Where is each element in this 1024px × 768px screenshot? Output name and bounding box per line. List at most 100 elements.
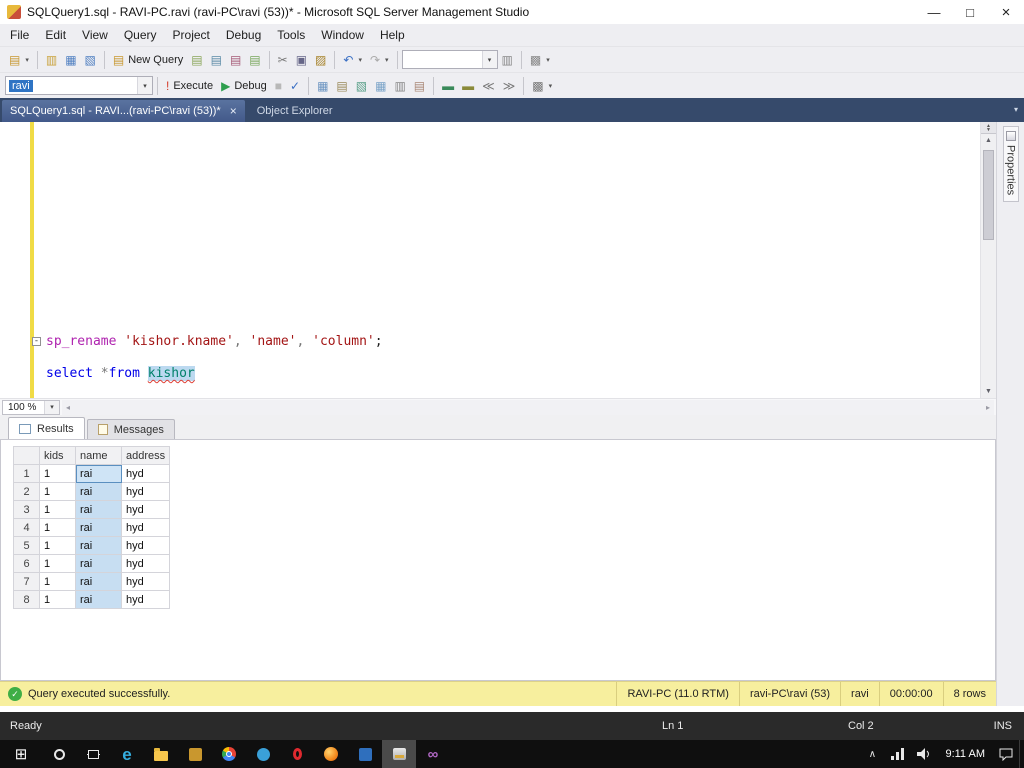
find-combo-dropdown-icon[interactable]: ▾ <box>481 51 497 68</box>
menu-debug[interactable]: Debug <box>218 26 269 44</box>
new-query-dropdown-button[interactable]: ▤ ▾ <box>5 52 33 68</box>
debug-button[interactable]: ▶ Debug <box>217 78 271 94</box>
code-line[interactable] <box>46 350 980 366</box>
tab-close-icon[interactable]: × <box>230 104 237 118</box>
scroll-right-icon[interactable]: ▸ <box>986 403 990 412</box>
save-button[interactable]: ▦ <box>61 52 80 68</box>
row-header-1[interactable]: 1 <box>13 464 40 483</box>
activity-monitor-button-dropdown-icon[interactable]: ▾ <box>546 56 550 64</box>
cell-kids[interactable]: 1 <box>39 590 76 609</box>
cell-name[interactable]: rai <box>75 482 122 501</box>
app-circle-icon[interactable] <box>246 740 280 768</box>
cell-name[interactable]: rai <box>75 554 122 573</box>
scroll-down-icon[interactable]: ▼ <box>981 385 996 398</box>
row-header-5[interactable]: 5 <box>13 536 40 555</box>
edge-browser-icon[interactable]: e <box>110 740 144 768</box>
sort-button-dropdown-icon[interactable]: ▾ <box>549 82 553 90</box>
cell-address[interactable]: hyd <box>120 518 171 537</box>
maximize-button[interactable]: □ <box>952 0 988 24</box>
scroll-left-icon[interactable]: ◂ <box>66 403 70 412</box>
menu-tools[interactable]: Tools <box>269 26 313 44</box>
xmla-query-button[interactable]: ▤ <box>245 52 264 68</box>
app-square-icon[interactable] <box>348 740 382 768</box>
firefox-browser-icon[interactable] <box>314 740 348 768</box>
cell-name[interactable]: rai <box>75 464 122 483</box>
row-header-4[interactable]: 4 <box>13 518 40 537</box>
new-query-dropdown-button-dropdown-icon[interactable]: ▾ <box>25 56 29 64</box>
cell-kids[interactable]: 1 <box>39 554 76 573</box>
intellisense-button[interactable]: ▧ <box>352 78 371 94</box>
cut-button[interactable]: ✂ <box>274 52 292 68</box>
scroll-up-icon[interactable]: ▲ <box>981 134 996 147</box>
minimize-button[interactable]: — <box>916 0 952 24</box>
column-header-name[interactable]: name <box>75 446 122 465</box>
column-header-kids[interactable]: kids <box>39 446 76 465</box>
column-header-address[interactable]: address <box>120 446 171 465</box>
task-view-button[interactable] <box>76 740 110 768</box>
paste-button[interactable]: ▨ <box>311 52 330 68</box>
scrollbar-thumb[interactable] <box>983 150 994 240</box>
cell-name[interactable]: rai <box>75 536 122 555</box>
action-center-icon[interactable] <box>993 740 1019 768</box>
menu-file[interactable]: File <box>2 26 37 44</box>
results-to-file-button[interactable]: ▤ <box>410 78 429 94</box>
row-header-3[interactable]: 3 <box>13 500 40 519</box>
copy-button[interactable]: ▣ <box>292 52 311 68</box>
show-desktop-button[interactable] <box>1019 740 1024 768</box>
start-button[interactable]: ⊞ <box>0 740 42 768</box>
cell-kids[interactable]: 1 <box>39 500 76 519</box>
store-app-icon[interactable] <box>178 740 212 768</box>
row-header-6[interactable]: 6 <box>13 554 40 573</box>
mdx-query-button[interactable]: ▤ <box>226 52 245 68</box>
cell-address[interactable]: hyd <box>120 590 171 609</box>
results-to-grid-button[interactable]: ▦ <box>371 78 390 94</box>
zoom-dropdown-icon[interactable]: ▾ <box>44 400 59 414</box>
tab-object-explorer[interactable]: Object Explorer <box>245 100 345 122</box>
code-area[interactable]: - sp_rename 'kishor.kname', 'name', 'colu… <box>32 122 980 398</box>
undo-button-dropdown-icon[interactable]: ▾ <box>358 56 362 64</box>
cell-address[interactable]: hyd <box>120 554 171 573</box>
menu-project[interactable]: Project <box>165 26 218 44</box>
collapse-toggle-icon[interactable]: - <box>32 337 41 346</box>
cell-name[interactable]: rai <box>75 572 122 591</box>
cell-kids[interactable]: 1 <box>39 572 76 591</box>
opera-browser-icon[interactable] <box>280 740 314 768</box>
volume-icon[interactable] <box>911 740 937 768</box>
editor-horizontal-scrollbar[interactable]: ◂ ▸ <box>62 399 994 415</box>
new-query-button[interactable]: ▤ New Query <box>109 52 187 68</box>
cell-kids[interactable]: 1 <box>39 464 76 483</box>
tab-sqlquery1[interactable]: SQLQuery1.sql - RAVI...(ravi-PC\ravi (53… <box>2 100 245 122</box>
cell-address[interactable]: hyd <box>120 482 171 501</box>
analysis-services-query-button[interactable]: ▤ <box>207 52 226 68</box>
editor-vertical-scrollbar[interactable]: ▲ ▼ ▲ ▼ <box>980 122 996 398</box>
tray-expand-icon[interactable]: ∧ <box>859 740 885 768</box>
cell-kids[interactable]: 1 <box>39 536 76 555</box>
activity-monitor-button[interactable]: ▩ ▾ <box>526 52 554 68</box>
row-header-2[interactable]: 2 <box>13 482 40 501</box>
cell-address[interactable]: hyd <box>120 500 171 519</box>
execute-button[interactable]: ! Execute <box>162 78 217 94</box>
grid-corner-cell[interactable] <box>13 446 40 465</box>
zoom-combo[interactable]: 100 % ▾ <box>2 399 60 415</box>
redo-button[interactable]: ↷ ▾ <box>366 52 393 68</box>
redo-button-dropdown-icon[interactable]: ▾ <box>385 56 389 64</box>
estimated-plan-button[interactable]: ▦ <box>313 78 332 94</box>
ssms-taskbar-icon[interactable] <box>382 740 416 768</box>
cell-name[interactable]: rai <box>75 590 122 609</box>
taskbar-clock[interactable]: 9:11 AM <box>937 748 993 760</box>
row-header-8[interactable]: 8 <box>13 590 40 609</box>
results-to-text-button[interactable]: ▥ <box>390 78 409 94</box>
code-line[interactable]: select *from kishor <box>46 366 980 382</box>
parse-button[interactable]: ✓ <box>286 78 304 94</box>
increase-indent-button[interactable]: ≫ <box>499 78 520 94</box>
undo-button[interactable]: ↶ ▾ <box>339 52 366 68</box>
cell-kids[interactable]: 1 <box>39 518 76 537</box>
cell-kids[interactable]: 1 <box>39 482 76 501</box>
search-button[interactable] <box>42 740 76 768</box>
menu-window[interactable]: Window <box>313 26 372 44</box>
close-button[interactable]: × <box>988 0 1024 24</box>
menu-query[interactable]: Query <box>116 26 165 44</box>
stop-button[interactable]: ■ <box>271 78 286 94</box>
cell-address[interactable]: hyd <box>120 572 171 591</box>
database-combo[interactable]: ravi ▾ <box>5 76 153 95</box>
